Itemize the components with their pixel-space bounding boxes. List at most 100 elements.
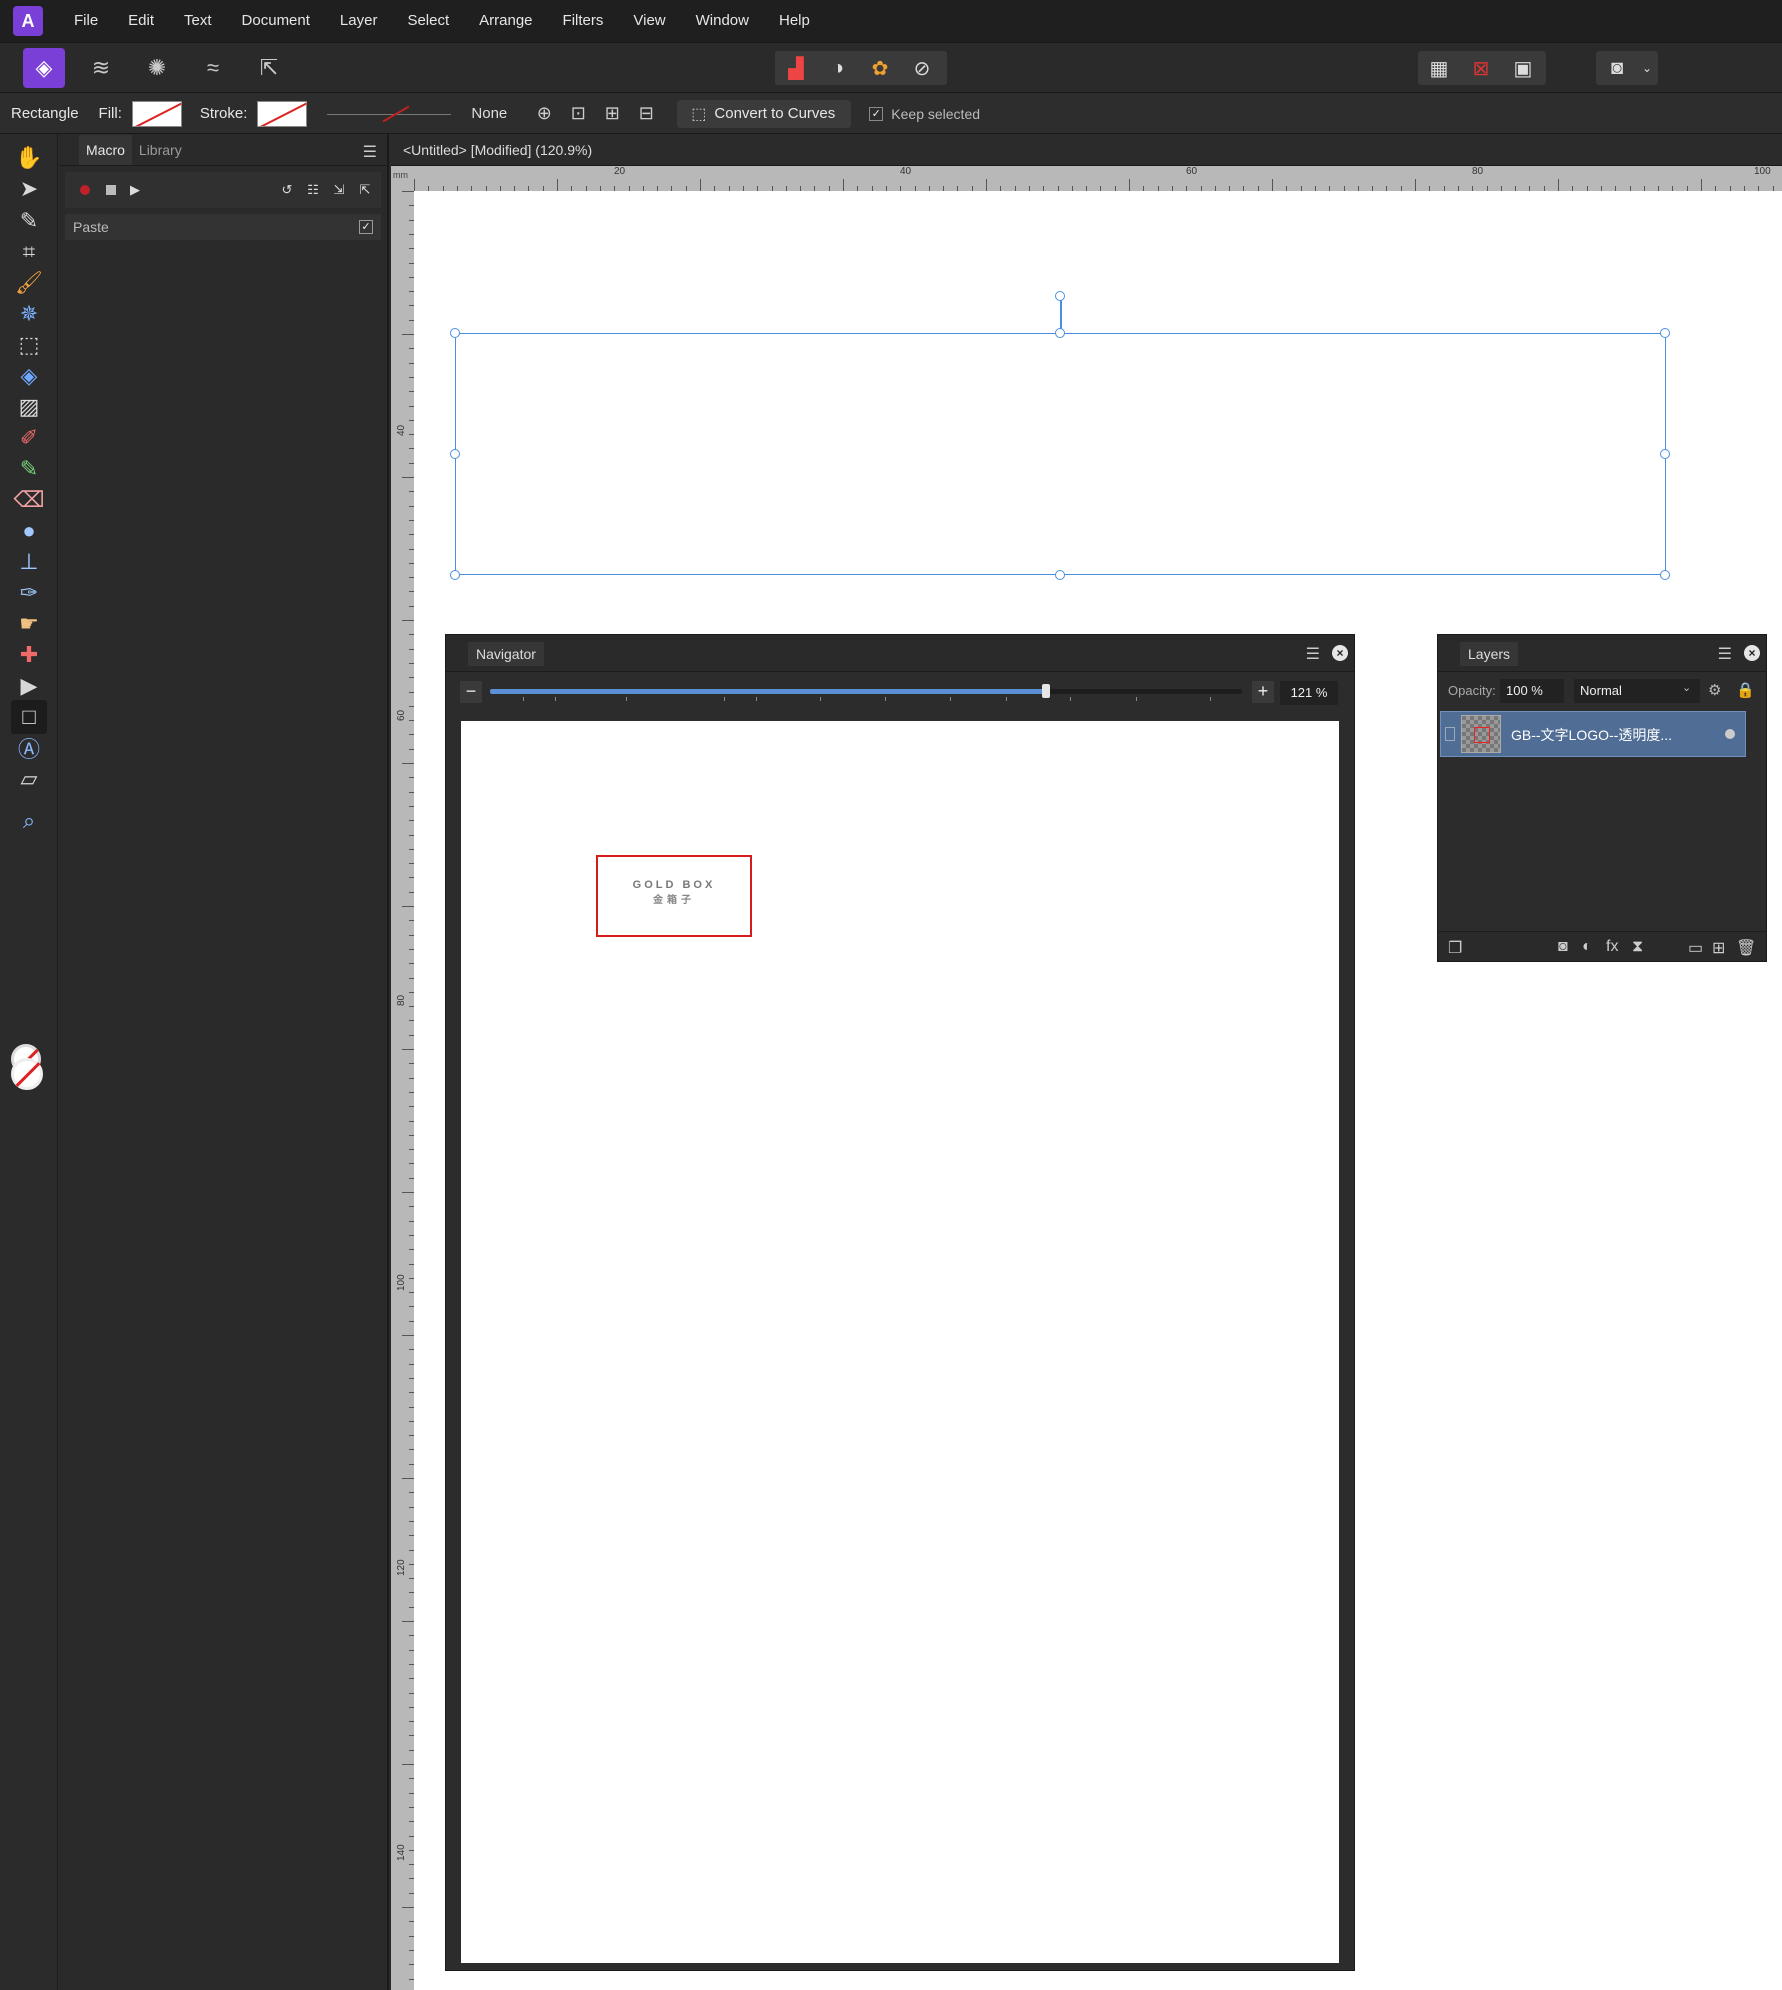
deselect-icon[interactable]: ⊠ bbox=[1460, 51, 1502, 85]
zoom-slider-thumb[interactable] bbox=[1042, 684, 1051, 698]
flood-select-tool-icon[interactable]: ✵ bbox=[11, 297, 47, 331]
rectangle-tool-icon[interactable]: □ bbox=[11, 700, 47, 734]
menu-arrange[interactable]: Arrange bbox=[464, 0, 547, 42]
export-macro-icon[interactable]: ⇲ bbox=[327, 178, 351, 202]
opacity-value[interactable]: 100 % bbox=[1500, 679, 1564, 703]
move-tool-icon[interactable]: ➤ bbox=[11, 172, 47, 206]
tab-macro[interactable]: Macro bbox=[79, 134, 132, 165]
panel-menu-icon[interactable]: ☰ bbox=[1306, 644, 1320, 664]
menu-select[interactable]: Select bbox=[392, 0, 464, 42]
crop-tool-icon[interactable]: ⌗ bbox=[11, 235, 47, 269]
delete-layer-icon[interactable]: 🗑 bbox=[1736, 938, 1756, 958]
zoom-tool-icon[interactable]: ⌕ bbox=[11, 804, 47, 838]
navigator-view-rectangle[interactable]: GOLD BOX 金箱子 bbox=[596, 855, 752, 937]
resize-handle-right[interactable] bbox=[1660, 449, 1670, 459]
add-pixel-layer-icon[interactable]: ⊞ bbox=[1712, 938, 1725, 958]
fx-icon[interactable]: fx bbox=[1606, 938, 1618, 956]
folder-icon[interactable]: ▭ bbox=[1688, 938, 1703, 958]
develop-persona-icon[interactable]: ✺ bbox=[136, 48, 178, 88]
menu-window[interactable]: Window bbox=[681, 0, 764, 42]
clone-tool-icon[interactable]: ⊥ bbox=[11, 545, 47, 579]
panel-menu-icon[interactable]: ☰ bbox=[363, 142, 377, 162]
keep-selected-checkbox[interactable]: ✓ bbox=[869, 106, 884, 121]
stroke-swatch[interactable] bbox=[257, 100, 308, 127]
menu-help[interactable]: Help bbox=[764, 0, 825, 42]
stroke-style-preview[interactable] bbox=[319, 101, 459, 127]
live-filter-icon[interactable]: ⧗ bbox=[1632, 938, 1643, 956]
resize-handle-bottom-left[interactable] bbox=[450, 570, 460, 580]
gradient-tool-icon[interactable]: ▨ bbox=[11, 390, 47, 424]
horizontal-ruler[interactable]: 20 40 60 80 100 bbox=[414, 166, 1782, 191]
navigator-preview[interactable]: GOLD BOX 金箱子 bbox=[461, 721, 1339, 1963]
zoom-in-button[interactable]: + bbox=[1252, 681, 1274, 703]
layers-tab[interactable]: Layers bbox=[1460, 642, 1519, 666]
mask-layer-icon[interactable]: ◙ bbox=[1558, 938, 1568, 956]
zoom-out-button[interactable]: − bbox=[460, 681, 482, 703]
macro-action-item[interactable]: Paste ✓ bbox=[65, 214, 381, 240]
node-tool-icon[interactable]: ▶ bbox=[11, 669, 47, 703]
stroke-width-value[interactable]: None bbox=[471, 105, 507, 122]
macro-action-checkbox[interactable]: ✓ bbox=[359, 220, 373, 234]
layer-options-icon[interactable]: ❐ bbox=[1448, 938, 1462, 958]
layer-item[interactable]: GB--文字LOGO--透明度... bbox=[1440, 711, 1746, 757]
levels-icon[interactable]: ▟ bbox=[775, 51, 817, 85]
resize-handle-top-left[interactable] bbox=[450, 328, 460, 338]
transform-origin-icon[interactable]: ⊕ bbox=[529, 99, 559, 129]
secondary-color-well[interactable] bbox=[11, 1058, 43, 1090]
gear-icon[interactable]: ⚙ bbox=[1708, 681, 1721, 699]
adjustment-icon[interactable]: ◐ bbox=[1582, 938, 1592, 956]
fill-swatch[interactable] bbox=[131, 100, 182, 127]
mesh-warp-tool-icon[interactable]: ▱ bbox=[11, 762, 47, 796]
menu-layer[interactable]: Layer bbox=[325, 0, 393, 42]
record-button[interactable] bbox=[73, 178, 97, 202]
hand-tool-icon[interactable]: ✋ bbox=[11, 141, 47, 175]
text-tool-icon[interactable]: Ⓐ bbox=[11, 731, 47, 765]
document-tab[interactable]: <Untitled> [Modified] (120.9%) bbox=[391, 134, 1782, 166]
resize-handle-bottom-right[interactable] bbox=[1660, 570, 1670, 580]
flood-fill-tool-icon[interactable]: ◈ bbox=[11, 359, 47, 393]
resize-handle-left[interactable] bbox=[450, 449, 460, 459]
import-macro-icon[interactable]: ⇱ bbox=[353, 178, 377, 202]
align-center-icon[interactable]: ⊡ bbox=[563, 99, 593, 129]
quick-mask-icon[interactable]: ◙ bbox=[1596, 51, 1638, 85]
menu-text[interactable]: Text bbox=[169, 0, 227, 42]
menu-edit[interactable]: Edit bbox=[113, 0, 169, 42]
blur-brush-tool-icon[interactable]: ✑ bbox=[11, 576, 47, 610]
photo-persona-icon[interactable]: ◈ bbox=[23, 48, 65, 88]
add-to-library-icon[interactable]: ☷ bbox=[301, 178, 325, 202]
panel-menu-icon[interactable]: ☰ bbox=[1718, 644, 1732, 664]
erase-brush-tool-icon[interactable]: ⌫ bbox=[11, 483, 47, 517]
color-wells[interactable] bbox=[11, 1044, 45, 1094]
smudge-tool-icon[interactable]: ☛ bbox=[11, 607, 47, 641]
marquee-tool-icon[interactable]: ⬚ bbox=[11, 328, 47, 362]
resize-handle-top-right[interactable] bbox=[1660, 328, 1670, 338]
menu-file[interactable]: File bbox=[59, 0, 113, 42]
menu-filters[interactable]: Filters bbox=[548, 0, 619, 42]
healing-brush-tool-icon[interactable]: ✚ bbox=[11, 638, 47, 672]
clear-icon[interactable]: ↺ bbox=[275, 178, 299, 202]
distribute-icon[interactable]: ⊞ bbox=[597, 99, 627, 129]
export-persona-icon[interactable]: ⇱ bbox=[248, 48, 290, 88]
invert-selection-icon[interactable]: ▣ bbox=[1502, 51, 1544, 85]
keep-selected-toggle[interactable]: ✓ Keep selected bbox=[869, 106, 980, 122]
selection-brush-tool-icon[interactable]: 🖌 bbox=[11, 266, 47, 300]
chevron-down-icon[interactable]: ⌄ bbox=[1638, 51, 1656, 85]
play-icon[interactable]: ▶ bbox=[123, 178, 147, 202]
auto-contrast-icon[interactable]: ◑ bbox=[817, 51, 859, 85]
dodge-tool-icon[interactable]: ● bbox=[11, 514, 47, 548]
chevron-down-icon[interactable]: ⌄ bbox=[1682, 681, 1691, 694]
paint-brush-tool-icon[interactable]: ✐ bbox=[11, 421, 47, 455]
selected-rectangle[interactable] bbox=[455, 333, 1666, 575]
affinity-logo-icon[interactable]: A bbox=[13, 6, 43, 36]
navigator-tab[interactable]: Navigator bbox=[468, 642, 544, 666]
lock-icon[interactable]: 🔒 bbox=[1736, 681, 1755, 699]
liquify-persona-icon[interactable]: ≋ bbox=[80, 48, 122, 88]
resize-handle-top[interactable] bbox=[1055, 328, 1065, 338]
resize-handle-bottom[interactable] bbox=[1055, 570, 1065, 580]
tab-library[interactable]: Library bbox=[132, 135, 189, 165]
rotation-handle[interactable] bbox=[1055, 291, 1065, 301]
grid-icon[interactable]: ⊟ bbox=[631, 99, 661, 129]
convert-to-curves-button[interactable]: ⬚ Convert to Curves bbox=[677, 99, 852, 128]
zoom-slider[interactable] bbox=[490, 684, 1242, 698]
select-all-icon[interactable]: ▦ bbox=[1418, 51, 1460, 85]
